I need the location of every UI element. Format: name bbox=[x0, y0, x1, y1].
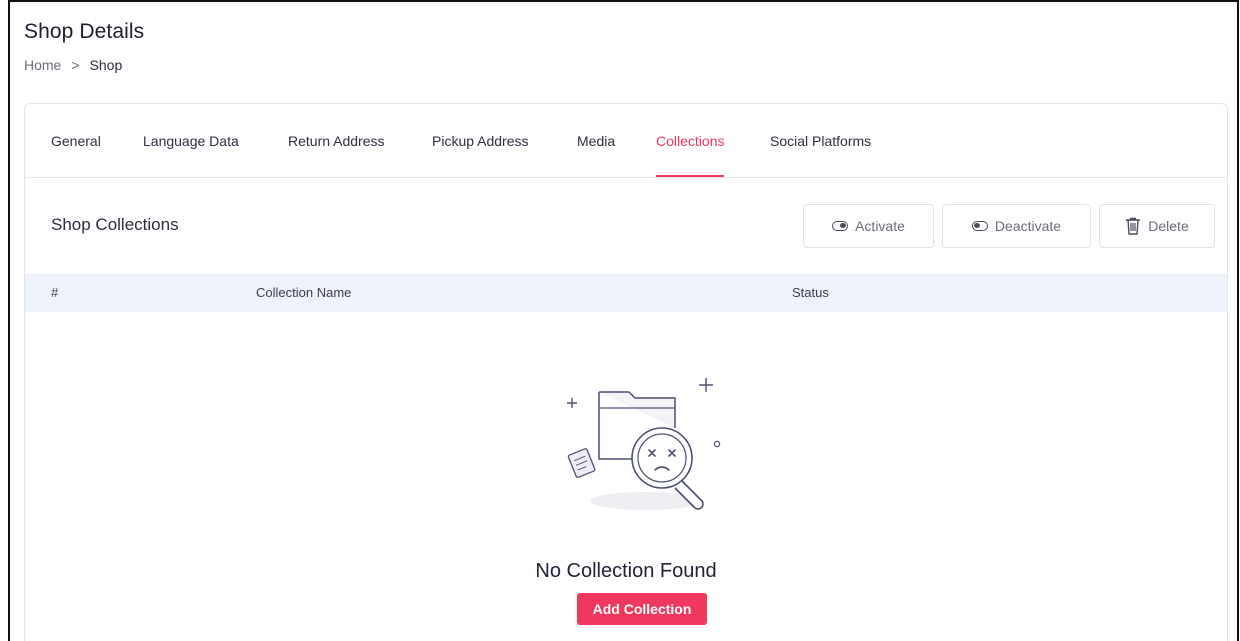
column-header-status[interactable]: Status bbox=[792, 285, 829, 300]
column-header-index: # bbox=[51, 285, 59, 300]
delete-label: Delete bbox=[1148, 218, 1189, 234]
tab-social-platforms[interactable]: Social Platforms bbox=[770, 133, 871, 175]
toggle-off-icon bbox=[971, 221, 988, 231]
activate-label: Activate bbox=[855, 218, 905, 234]
tab-return-address[interactable]: Return Address bbox=[288, 133, 385, 175]
tab-bar: General Language Data Return Address Pic… bbox=[25, 104, 1227, 178]
deactivate-button[interactable]: Deactivate bbox=[942, 204, 1091, 248]
shop-details-card: General Language Data Return Address Pic… bbox=[24, 103, 1228, 641]
tab-media[interactable]: Media bbox=[577, 133, 615, 175]
no-results-folder-icon bbox=[567, 378, 721, 510]
tab-pickup-address[interactable]: Pickup Address bbox=[432, 133, 529, 175]
tab-language-data[interactable]: Language Data bbox=[143, 133, 239, 175]
delete-button[interactable]: Delete bbox=[1099, 204, 1215, 248]
toggle-on-icon bbox=[832, 221, 849, 231]
page-title: Shop Details bbox=[24, 20, 145, 43]
empty-state-message: No Collection Found bbox=[535, 560, 717, 582]
page-frame: Shop Details Home > Shop General Languag… bbox=[8, 0, 1239, 641]
add-collection-button[interactable]: Add Collection bbox=[577, 593, 707, 625]
breadcrumb: Home > Shop bbox=[24, 57, 122, 73]
deactivate-label: Deactivate bbox=[994, 218, 1062, 234]
tab-general[interactable]: General bbox=[51, 133, 101, 175]
breadcrumb-separator: > bbox=[71, 57, 80, 73]
breadcrumb-home-link[interactable]: Home bbox=[24, 57, 61, 73]
column-header-collection-name[interactable]: Collection Name bbox=[256, 285, 351, 300]
trash-icon bbox=[1126, 217, 1141, 235]
section-title: Shop Collections bbox=[51, 215, 179, 234]
table-header: # Collection Name Status bbox=[25, 274, 1227, 312]
activate-button[interactable]: Activate bbox=[803, 204, 934, 248]
tab-collections[interactable]: Collections bbox=[656, 133, 725, 177]
breadcrumb-current: Shop bbox=[89, 57, 123, 73]
